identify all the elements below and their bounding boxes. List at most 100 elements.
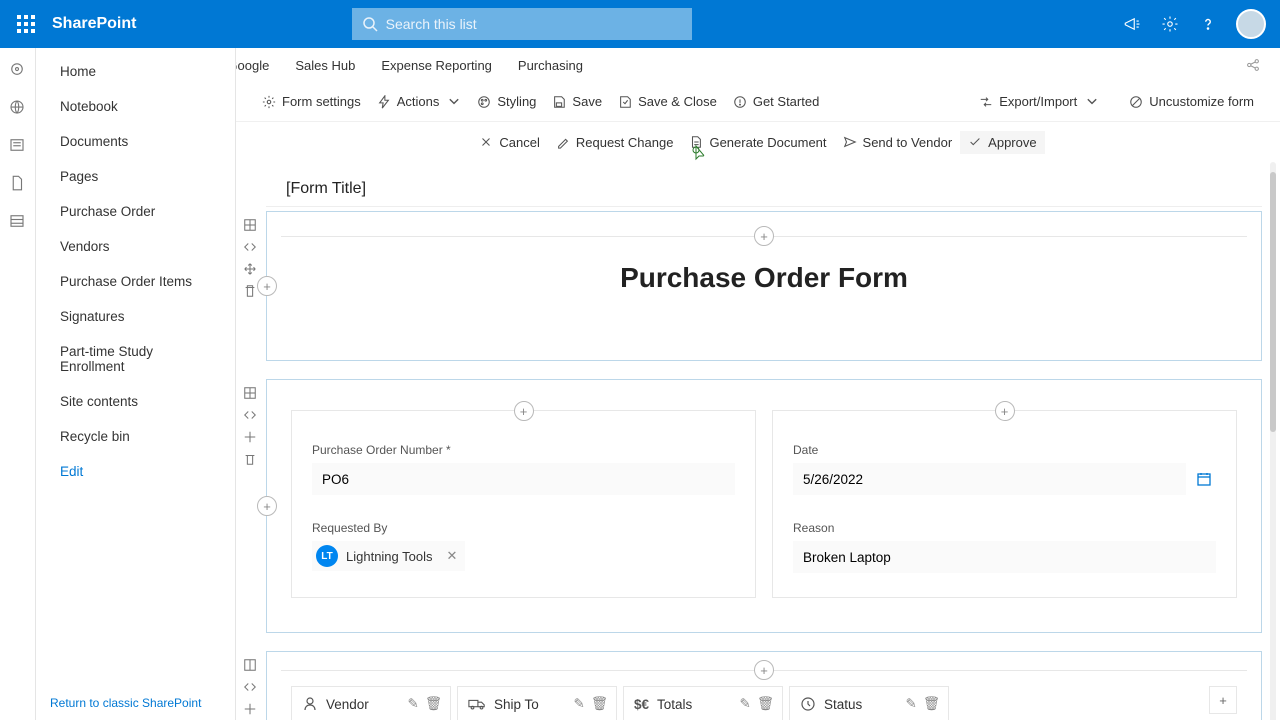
form-settings-label: Form settings xyxy=(282,94,361,109)
add-tab-button[interactable]: + xyxy=(1209,686,1237,714)
tab-totals-label: Totals xyxy=(657,697,692,712)
hub-link-1[interactable]: Google xyxy=(236,58,269,73)
save-label: Save xyxy=(572,94,602,109)
reason-input[interactable] xyxy=(793,541,1216,573)
add-row-button[interactable]: + xyxy=(754,660,774,680)
add-section-left-button[interactable]: + xyxy=(257,276,277,296)
share-icon[interactable] xyxy=(1244,56,1262,74)
rail-home-icon[interactable] xyxy=(8,60,28,80)
cancel-button[interactable]: Cancel xyxy=(471,131,547,154)
help-icon[interactable] xyxy=(1198,14,1218,34)
section-delete-icon[interactable] xyxy=(243,284,257,298)
currency-icon: $€ xyxy=(634,697,649,712)
section-code-icon[interactable] xyxy=(243,408,257,422)
delete-icon[interactable]: 🗑 xyxy=(425,696,442,712)
cancel-label: Cancel xyxy=(499,135,539,150)
tab-status-label: Status xyxy=(824,697,862,712)
generate-doc-label: Generate Document xyxy=(709,135,826,150)
form-title-placeholder[interactable]: [Form Title] xyxy=(266,162,1262,207)
uncustomize-button[interactable]: Uncustomize form xyxy=(1121,90,1262,113)
user-avatar[interactable] xyxy=(1236,9,1266,39)
nav-pages[interactable]: Pages xyxy=(36,159,235,194)
add-row-button[interactable]: + xyxy=(754,226,774,246)
person-name: Lightning Tools xyxy=(346,549,433,564)
section-move-icon[interactable] xyxy=(243,702,257,716)
tab-shipto[interactable]: Ship To ✎ 🗑 xyxy=(457,686,617,720)
form-settings-button[interactable]: Form settings xyxy=(254,90,369,113)
save-close-label: Save & Close xyxy=(638,94,717,109)
clock-icon xyxy=(800,696,816,712)
nav-recycle-bin[interactable]: Recycle bin xyxy=(36,419,235,454)
edit-icon[interactable]: ✎ xyxy=(408,696,419,712)
export-import-label: Export/Import xyxy=(999,94,1077,109)
rail-files-icon[interactable] xyxy=(8,174,28,194)
app-launcher-button[interactable] xyxy=(8,6,44,42)
generate-document-button[interactable]: Generate Document xyxy=(681,131,834,154)
nav-notebook[interactable]: Notebook xyxy=(36,89,235,124)
add-field-button[interactable]: + xyxy=(514,401,534,421)
date-label: Date xyxy=(793,443,1216,457)
settings-icon[interactable] xyxy=(1160,14,1180,34)
rail-globe-icon[interactable] xyxy=(8,98,28,118)
nav-documents[interactable]: Documents xyxy=(36,124,235,159)
tab-shipto-label: Ship To xyxy=(494,697,539,712)
requested-by-pill[interactable]: LT Lightning Tools ✕ xyxy=(312,541,465,571)
nav-edit-link[interactable]: Edit xyxy=(36,454,235,489)
section-table-icon[interactable] xyxy=(243,386,257,400)
search-icon xyxy=(362,16,378,32)
save-close-button[interactable]: Save & Close xyxy=(610,90,725,113)
hub-link-4[interactable]: Purchasing xyxy=(518,58,583,73)
edit-icon[interactable]: ✎ xyxy=(740,696,751,712)
rail-news-icon[interactable] xyxy=(8,136,28,156)
section-table-icon[interactable] xyxy=(243,218,257,232)
po-number-label: Purchase Order Number * xyxy=(312,443,735,457)
request-change-button[interactable]: Request Change xyxy=(548,131,682,154)
section-delete-icon[interactable] xyxy=(243,452,257,466)
tab-vendor[interactable]: Vendor ✎ 🗑 xyxy=(291,686,451,720)
nav-purchase-order[interactable]: Purchase Order xyxy=(36,194,235,229)
approve-button[interactable]: Approve xyxy=(960,131,1044,154)
po-number-input[interactable] xyxy=(312,463,735,495)
actions-button[interactable]: Actions xyxy=(369,90,470,113)
styling-button[interactable]: Styling xyxy=(469,90,544,113)
date-input[interactable] xyxy=(793,463,1186,495)
section-code-icon[interactable] xyxy=(243,240,257,254)
send-to-vendor-button[interactable]: Send to Vendor xyxy=(835,131,961,154)
export-import-button[interactable]: Export/Import xyxy=(971,90,1107,113)
rail-lists-icon[interactable] xyxy=(8,212,28,232)
section-move-icon[interactable] xyxy=(243,262,257,276)
reason-label: Reason xyxy=(793,521,1216,535)
search-input[interactable] xyxy=(352,8,692,40)
brand-title: SharePoint xyxy=(52,15,136,33)
hub-link-2[interactable]: Sales Hub xyxy=(295,58,355,73)
nav-po-items[interactable]: Purchase Order Items xyxy=(36,264,235,299)
tab-status[interactable]: Status ✎ 🗑 xyxy=(789,686,949,720)
nav-enrollment[interactable]: Part-time Study Enrollment xyxy=(36,334,235,384)
request-change-label: Request Change xyxy=(576,135,674,150)
edit-icon[interactable]: ✎ xyxy=(574,696,585,712)
section-move-icon[interactable] xyxy=(243,430,257,444)
nav-vendors[interactable]: Vendors xyxy=(36,229,235,264)
section-code-icon[interactable] xyxy=(243,680,257,694)
add-section-left-button[interactable]: + xyxy=(257,496,277,516)
nav-signatures[interactable]: Signatures xyxy=(36,299,235,334)
truck-icon xyxy=(468,696,486,712)
edit-icon[interactable]: ✎ xyxy=(906,696,917,712)
save-button[interactable]: Save xyxy=(544,90,610,113)
actions-label: Actions xyxy=(397,94,440,109)
nav-site-contents[interactable]: Site contents xyxy=(36,384,235,419)
calendar-icon[interactable] xyxy=(1192,471,1216,487)
remove-person-icon[interactable]: ✕ xyxy=(447,548,458,564)
section-table-icon[interactable] xyxy=(243,658,257,672)
delete-icon[interactable]: 🗑 xyxy=(757,696,774,712)
hub-link-3[interactable]: Expense Reporting xyxy=(381,58,492,73)
add-field-button[interactable]: + xyxy=(995,401,1015,421)
tab-totals[interactable]: $€ Totals ✎ 🗑 xyxy=(623,686,783,720)
return-classic-link[interactable]: Return to classic SharePoint xyxy=(36,686,235,720)
get-started-button[interactable]: Get Started xyxy=(725,90,827,113)
tab-vendor-label: Vendor xyxy=(326,697,369,712)
megaphone-icon[interactable] xyxy=(1122,14,1142,34)
nav-home[interactable]: Home xyxy=(36,54,235,89)
delete-icon[interactable]: 🗑 xyxy=(591,696,608,712)
delete-icon[interactable]: 🗑 xyxy=(923,696,940,712)
